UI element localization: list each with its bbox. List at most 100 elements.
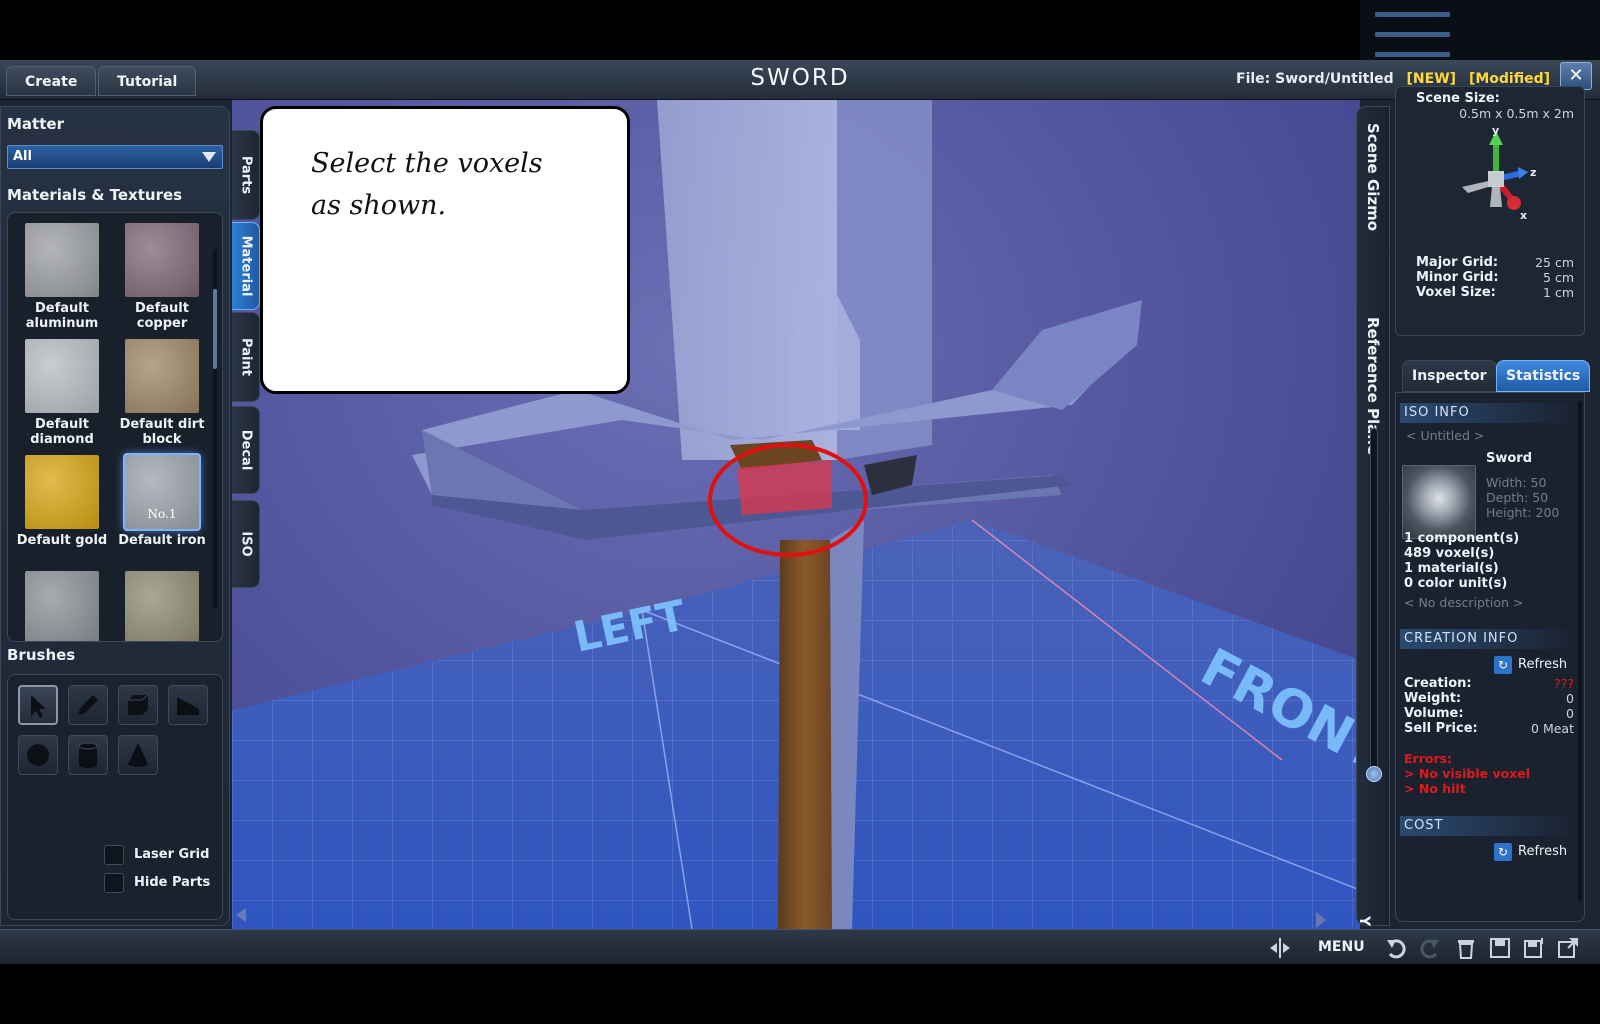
wedge-icon <box>177 697 199 715</box>
material-item[interactable]: Default gold <box>14 455 110 548</box>
voxel-count: 489 voxel(s) <box>1404 546 1495 561</box>
brush-sphere[interactable] <box>18 735 58 775</box>
close-icon: ✕ <box>1568 65 1584 86</box>
file-label: File: <box>1236 71 1271 87</box>
material-swatch <box>125 571 199 641</box>
cube-icon <box>128 694 149 715</box>
refresh-label: Refresh <box>1518 657 1568 672</box>
materials-scrollbar[interactable] <box>213 249 217 609</box>
brush-select[interactable] <box>18 685 58 725</box>
side-tab-label: Material <box>238 235 253 297</box>
brush-cone[interactable] <box>118 735 158 775</box>
3d-viewport[interactable]: LEFT FRONT Select the voxels as shown. <box>232 100 1360 929</box>
app-window: Create Tutorial SWORD File: Sword/Untitl… <box>0 60 1600 964</box>
material-swatch <box>125 223 199 297</box>
cost-refresh-button[interactable]: ↻ Refresh <box>1494 843 1574 861</box>
material-item[interactable] <box>114 571 210 641</box>
material-item[interactable]: Default dirt block <box>114 339 210 447</box>
left-panel: Matter All Materials & Textures Default … <box>0 106 230 926</box>
sell-price-value: 0 Meat <box>1531 721 1574 736</box>
scene-size-value: 0.5m x 0.5m x 2m <box>1459 106 1574 121</box>
major-grid-label: Major Grid: <box>1416 255 1499 270</box>
side-tab-parts[interactable]: Parts <box>232 130 260 220</box>
creation-label: Creation: <box>1404 676 1472 691</box>
material-label: Default iron <box>118 533 206 548</box>
file-info: File: Sword/Untitled [NEW] [Modified] <box>1236 71 1550 87</box>
material-label: Default dirt block <box>119 417 205 447</box>
material-swatch <box>25 455 99 529</box>
menu-button[interactable]: MENU <box>1318 939 1365 955</box>
refresh-icon: ↻ <box>1494 843 1512 861</box>
pencil-icon <box>78 695 98 715</box>
reference-plane-handle[interactable] <box>1366 766 1382 782</box>
axis-gizmo[interactable]: y z x <box>1396 125 1586 235</box>
side-tab-label: Decal <box>238 429 253 471</box>
volume-label: Volume: <box>1404 706 1464 721</box>
redo-icon[interactable] <box>1418 936 1442 960</box>
undo-icon[interactable] <box>1384 936 1408 960</box>
material-tag: No.1 <box>147 507 177 521</box>
iso-info-header: ISO INFO <box>1400 403 1576 423</box>
side-tab-material[interactable]: Material <box>232 222 260 310</box>
material-item[interactable] <box>14 571 110 641</box>
gizmo-neg-x <box>1462 181 1488 193</box>
material-item[interactable]: Default copper <box>114 223 210 331</box>
iso-height: Height: 200 <box>1486 505 1560 520</box>
brushes-panel: Laser Grid Hide Parts <box>7 674 223 920</box>
save-as-icon[interactable] <box>1522 936 1546 960</box>
hide-parts-checkbox[interactable] <box>104 873 124 893</box>
brush-wedge[interactable] <box>168 685 208 725</box>
brushes-title: Brushes <box>7 646 76 664</box>
voxel-size-value: 1 cm <box>1543 285 1574 300</box>
scene-gizmo-panel: Scene Size: 0.5m x 0.5m x 2m y z x Major… <box>1395 86 1585 336</box>
reference-plane-slider[interactable] <box>1370 428 1378 780</box>
materials-scroll-thumb[interactable] <box>213 289 217 369</box>
material-item[interactable]: No.1 Default iron <box>114 455 210 548</box>
iso-width: Width: 50 <box>1486 475 1547 490</box>
tab-inspector[interactable]: Inspector <box>1402 360 1497 392</box>
material-label: Default copper <box>135 301 189 331</box>
material-count: 1 material(s) <box>1404 561 1499 576</box>
matter-title: Matter <box>7 115 64 133</box>
brush-cylinder[interactable] <box>68 735 108 775</box>
error-no-visible-voxel: > No visible voxel <box>1404 766 1531 781</box>
material-swatch <box>25 339 99 413</box>
material-item[interactable]: Default aluminum <box>14 223 110 331</box>
laser-grid-checkbox[interactable] <box>104 845 124 865</box>
gizmo-center <box>1488 171 1504 187</box>
cone-icon <box>128 743 148 767</box>
export-icon[interactable] <box>1556 936 1580 960</box>
material-swatch <box>125 339 199 413</box>
matter-dropdown[interactable]: All <box>7 145 223 169</box>
side-tab-decal[interactable]: Decal <box>232 406 260 494</box>
mirror-icon[interactable] <box>1268 936 1292 960</box>
weight-value: 0 <box>1566 691 1574 706</box>
refresh-icon: ↻ <box>1494 656 1512 674</box>
side-tab-label: Parts <box>238 155 253 195</box>
selected-voxels <box>737 460 832 515</box>
save-icon[interactable] <box>1488 936 1512 960</box>
side-tab-label: ISO <box>238 531 253 557</box>
sphere-icon <box>27 744 49 766</box>
material-item[interactable]: Default diamond <box>14 339 110 447</box>
minor-grid-value: 5 cm <box>1543 270 1574 285</box>
brush-cube[interactable] <box>118 685 158 725</box>
statistics-scrollbar[interactable] <box>1578 401 1582 901</box>
trash-icon[interactable] <box>1454 936 1478 960</box>
side-tab-paint[interactable]: Paint <box>232 312 260 402</box>
iso-depth: Depth: 50 <box>1486 490 1549 505</box>
material-label: Default gold <box>16 533 108 548</box>
side-tab-iso[interactable]: ISO <box>232 500 260 588</box>
thumbnail-strip <box>1375 32 1450 37</box>
brush-pencil[interactable] <box>68 685 108 725</box>
sell-price-label: Sell Price: <box>1404 721 1478 736</box>
major-grid-value: 25 cm <box>1535 255 1574 270</box>
tab-statistics[interactable]: Statistics <box>1496 360 1591 392</box>
axis-z-label: z <box>1530 166 1536 179</box>
material-swatch: No.1 <box>125 455 199 529</box>
material-label: Default diamond <box>30 417 94 447</box>
material-swatch <box>25 571 99 641</box>
scene-size-label: Scene Size: <box>1416 91 1500 106</box>
thumbnail-strip <box>1375 52 1450 57</box>
creation-refresh-button[interactable]: ↻ Refresh <box>1494 656 1574 674</box>
